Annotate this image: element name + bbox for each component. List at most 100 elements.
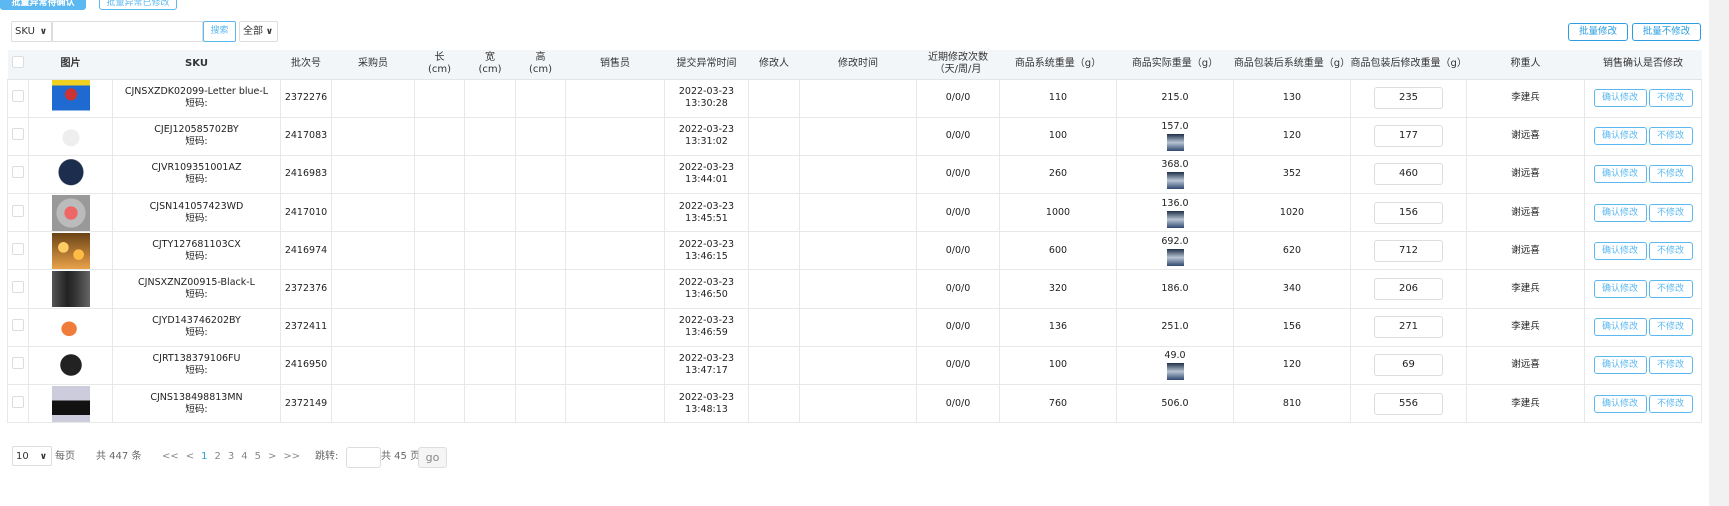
short-code-label: 短码: — [185, 327, 208, 339]
row-checkbox[interactable] — [12, 242, 24, 255]
confirm-modify-button[interactable]: 确认修改 — [1593, 280, 1647, 299]
product-image[interactable] — [51, 80, 90, 117]
page-size-select[interactable]: 10 ∨ — [12, 446, 52, 466]
confirm-modify-button[interactable]: 确认修改 — [1593, 394, 1647, 413]
batch-cell: 2416983 — [280, 154, 332, 195]
modified-weight-input[interactable]: 271 — [1374, 316, 1443, 339]
batch-pending-button[interactable]: 批量异常待确认 — [0, 0, 86, 10]
batch-modified-button[interactable]: 批量异常已修改 — [99, 0, 177, 10]
weight-photo[interactable] — [1166, 210, 1184, 228]
weight-photo[interactable] — [1166, 172, 1184, 190]
jump-page-input[interactable] — [346, 447, 381, 468]
recent-changes-cell: 0/0/0 — [916, 78, 1000, 118]
row-checkbox[interactable] — [12, 395, 24, 408]
status-filter-select[interactable]: 全部 ∨ — [239, 21, 278, 42]
next-page-link[interactable]: > — [268, 451, 276, 462]
confirm-modify-button[interactable]: 确认修改 — [1593, 241, 1647, 260]
total-count: 共 447 条 — [96, 451, 142, 462]
weight-photo[interactable] — [1166, 248, 1184, 266]
salesperson-cell — [565, 154, 665, 195]
recent-changes-cell: 0/0/0 — [916, 154, 1000, 195]
batch-no-modify-button[interactable]: 批量不修改 — [1632, 23, 1701, 41]
row-checkbox[interactable] — [12, 128, 24, 141]
product-image[interactable] — [51, 309, 90, 346]
packaged-modified-weight-cell: 206 — [1350, 269, 1467, 309]
row-checkbox[interactable] — [12, 319, 24, 332]
batch-cell: 2416974 — [280, 231, 332, 271]
row-checkbox[interactable] — [12, 357, 24, 370]
table-header: 图片 SKU 批次号 采购员长 (cm) 宽 (cm) 高 (cm) 销售员 提交异常时间 修改… — [7, 50, 1702, 80]
table-row: CJNSXZNZ00915-Black-L 短码: 2372376 2022-03… — [7, 269, 1702, 309]
submit-time: 13:48:13 — [685, 403, 728, 415]
modified-weight-input[interactable]: 556 — [1374, 392, 1443, 415]
confirm-modify-button[interactable]: 确认修改 — [1593, 356, 1647, 375]
actual-weight: 506.0 — [1161, 397, 1189, 409]
last-page-link[interactable]: >> — [283, 451, 300, 462]
height-cell — [515, 345, 566, 386]
page-link[interactable]: 1 — [201, 451, 207, 462]
page-link[interactable]: 3 — [228, 451, 234, 462]
first-page-link[interactable]: << — [162, 451, 179, 462]
page-link[interactable]: 2 — [215, 451, 221, 462]
select-all-checkbox[interactable] — [12, 56, 24, 69]
modified-weight-input[interactable]: 460 — [1374, 163, 1443, 186]
vertical-scrollbar[interactable] — [1709, 0, 1729, 506]
product-image[interactable] — [51, 385, 90, 422]
search-button[interactable]: 搜索 — [203, 21, 236, 42]
confirm-modify-button[interactable]: 确认修改 — [1593, 203, 1647, 222]
actual-weight-cell: 215.0 — [1116, 78, 1234, 118]
no-modify-button[interactable]: 不修改 — [1648, 356, 1693, 375]
modified-weight-input[interactable]: 235 — [1374, 87, 1443, 110]
no-modify-button[interactable]: 不修改 — [1648, 394, 1693, 413]
product-image[interactable] — [51, 118, 90, 155]
no-modify-button[interactable]: 不修改 — [1648, 280, 1693, 299]
confirm-modify-button[interactable]: 确认修改 — [1593, 89, 1647, 108]
confirm-modify-button[interactable]: 确认修改 — [1593, 127, 1647, 146]
sku-cell: CJRT138379106FU 短码: — [112, 345, 281, 386]
column-header: 称重人 — [1466, 50, 1585, 80]
batch-modify-button[interactable]: 批量修改 — [1568, 23, 1628, 41]
page-link[interactable]: 5 — [255, 451, 261, 462]
search-field-select[interactable]: SKU ∨ — [11, 21, 52, 42]
product-image[interactable] — [51, 194, 90, 231]
column-header: 提交异常时间 — [664, 50, 749, 80]
system-weight-cell: 1000 — [999, 193, 1117, 233]
product-image[interactable] — [51, 156, 90, 193]
submit-time-cell: 2022-03-23 13:46:50 — [664, 269, 749, 309]
row-checkbox[interactable] — [12, 166, 24, 179]
system-weight-cell: 136 — [999, 307, 1117, 347]
confirm-modify-button[interactable]: 确认修改 — [1593, 318, 1647, 337]
go-button[interactable]: go — [418, 447, 447, 468]
modified-weight-input[interactable]: 177 — [1374, 125, 1443, 148]
page-link[interactable]: 4 — [241, 451, 247, 462]
submit-date: 2022-03-23 — [678, 391, 735, 403]
product-image[interactable] — [51, 347, 90, 384]
short-code-label: 短码: — [185, 98, 208, 110]
no-modify-button[interactable]: 不修改 — [1648, 318, 1693, 337]
no-modify-button[interactable]: 不修改 — [1648, 241, 1693, 260]
width-cell — [464, 231, 516, 271]
no-modify-button[interactable]: 不修改 — [1648, 127, 1693, 146]
weight-photo[interactable] — [1166, 134, 1184, 152]
modified-weight-input[interactable]: 206 — [1374, 278, 1443, 301]
search-input[interactable] — [52, 21, 203, 42]
buyer-cell — [331, 154, 415, 195]
row-checkbox[interactable] — [12, 281, 24, 294]
confirm-modify-button[interactable]: 确认修改 — [1593, 165, 1647, 184]
short-code-label: 短码: — [185, 136, 208, 148]
actual-weight-cell: 136.0 — [1116, 193, 1234, 233]
row-checkbox[interactable] — [12, 90, 24, 103]
row-checkbox[interactable] — [12, 204, 24, 217]
batch-cell: 2417010 — [280, 193, 332, 233]
modified-weight-input[interactable]: 156 — [1374, 201, 1443, 224]
no-modify-button[interactable]: 不修改 — [1648, 165, 1693, 184]
modified-weight-input[interactable]: 69 — [1374, 354, 1443, 377]
modified-weight-input[interactable]: 712 — [1374, 239, 1443, 262]
no-modify-button[interactable]: 不修改 — [1648, 203, 1693, 222]
product-image[interactable] — [51, 232, 90, 269]
row-select-cell — [7, 345, 29, 386]
product-image[interactable] — [51, 271, 90, 308]
prev-page-link[interactable]: < — [186, 451, 194, 462]
no-modify-button[interactable]: 不修改 — [1648, 89, 1693, 108]
weight-photo[interactable] — [1166, 363, 1184, 381]
